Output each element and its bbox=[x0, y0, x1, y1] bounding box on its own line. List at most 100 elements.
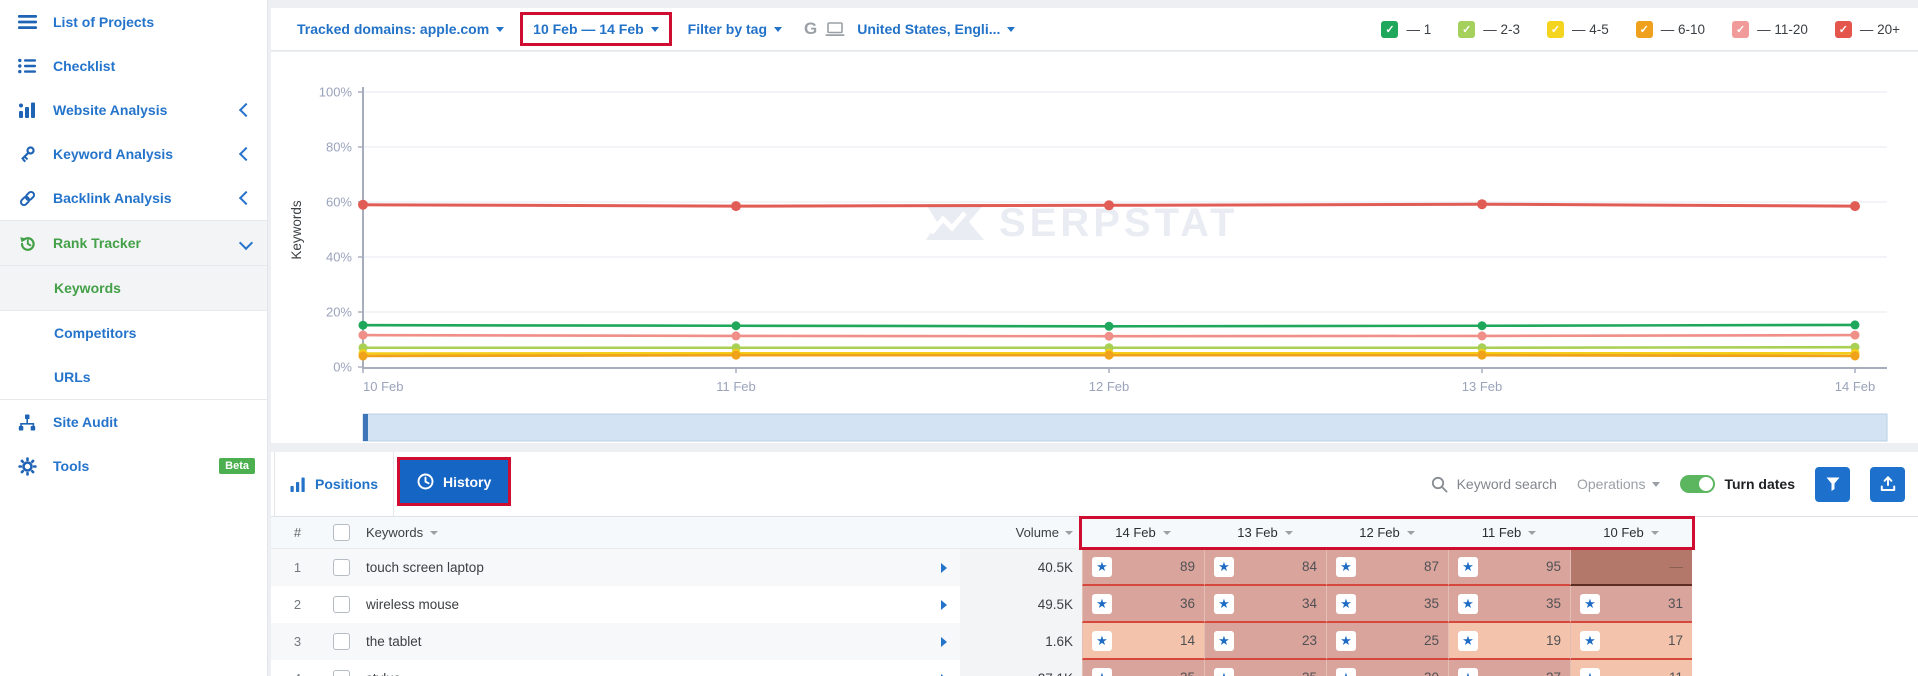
row-checkbox[interactable] bbox=[332, 596, 350, 613]
chevron-down-icon[interactable] bbox=[238, 235, 254, 251]
legend-label: — 6-10 bbox=[1660, 21, 1706, 37]
keyword-cell[interactable]: touch screen laptop bbox=[358, 549, 960, 586]
row-checkbox[interactable] bbox=[332, 670, 350, 676]
table-row: 1 touch screen laptop 40.5K ★ 89 ★ 84 ★ 87 ★ 95 — bbox=[271, 549, 1692, 586]
sidebar-item-urls[interactable]: URLs bbox=[0, 355, 267, 400]
column-header-date-14-feb[interactable]: 14 Feb bbox=[1082, 517, 1204, 548]
legend-checkbox[interactable]: ✓ bbox=[1381, 20, 1399, 38]
sidebar-item-website-analysis[interactable]: Website Analysis bbox=[0, 88, 267, 132]
sidebar-item-label: Backlink Analysis bbox=[53, 190, 172, 206]
select-all-checkbox[interactable] bbox=[332, 524, 350, 541]
sidebar-item-keywords[interactable]: Keywords bbox=[0, 266, 267, 311]
star-icon[interactable]: ★ bbox=[1214, 630, 1234, 651]
chevron-down-icon bbox=[1652, 481, 1661, 487]
sidebar-item-site-audit[interactable]: Site Audit bbox=[0, 400, 267, 444]
legend-checkbox[interactable]: ✓ bbox=[1547, 20, 1565, 38]
location-dropdown[interactable]: United States, Engli... bbox=[857, 21, 1016, 37]
legend-label: — 2-3 bbox=[1483, 21, 1521, 37]
column-header-date-12-feb[interactable]: 12 Feb bbox=[1326, 517, 1448, 548]
sidebar-item-tools[interactable]: Tools Beta bbox=[0, 444, 267, 488]
turn-dates-toggle[interactable] bbox=[1680, 475, 1716, 493]
expand-arrow-icon[interactable] bbox=[941, 599, 947, 610]
chevron-left-icon[interactable] bbox=[238, 146, 254, 162]
series-point bbox=[1477, 331, 1487, 341]
tab-positions[interactable]: Positions bbox=[274, 452, 394, 516]
star-icon[interactable]: ★ bbox=[1336, 556, 1356, 577]
sidebar-item-label: List of Projects bbox=[53, 14, 155, 30]
star-icon[interactable]: ★ bbox=[1092, 630, 1112, 651]
keyword-cell[interactable]: stylus bbox=[358, 660, 960, 676]
legend-checkbox[interactable]: ✓ bbox=[1458, 20, 1476, 38]
sidebar-item-rank-tracker[interactable]: Rank Tracker bbox=[0, 220, 267, 266]
export-button[interactable] bbox=[1870, 466, 1905, 502]
column-header-date-13-feb[interactable]: 13 Feb bbox=[1204, 517, 1326, 548]
star-icon[interactable]: ★ bbox=[1336, 630, 1356, 651]
chevron-left-icon[interactable] bbox=[238, 102, 254, 118]
star-icon[interactable]: ★ bbox=[1580, 630, 1600, 651]
tracked-domains-dropdown[interactable]: Tracked domains: apple.com bbox=[297, 21, 505, 37]
star-icon[interactable]: ★ bbox=[1336, 667, 1356, 676]
date-range-annotation: 10 Feb — 14 Feb bbox=[520, 12, 672, 46]
legend-item-610[interactable]: ✓ — 6-10 bbox=[1635, 20, 1706, 38]
star-icon[interactable]: ★ bbox=[1458, 667, 1478, 676]
star-icon[interactable]: ★ bbox=[1214, 593, 1234, 614]
position-value: 11 bbox=[1669, 670, 1683, 676]
star-icon[interactable]: ★ bbox=[1214, 556, 1234, 577]
star-icon[interactable]: ★ bbox=[1458, 593, 1478, 614]
star-icon[interactable]: ★ bbox=[1092, 593, 1112, 614]
row-checkbox-cell bbox=[324, 586, 358, 623]
date-range-dropdown[interactable]: 10 Feb — 14 Feb bbox=[533, 21, 659, 37]
star-icon[interactable]: ★ bbox=[1580, 667, 1600, 676]
svg-text:11 Feb: 11 Feb bbox=[716, 379, 756, 394]
legend-item-20+[interactable]: ✓ — 20+ bbox=[1834, 20, 1900, 38]
row-checkbox[interactable] bbox=[332, 559, 350, 576]
keyword-label: touch screen laptop bbox=[366, 560, 484, 575]
star-icon[interactable]: ★ bbox=[1458, 556, 1478, 577]
position-value: 35 bbox=[1180, 670, 1195, 676]
keyword-cell[interactable]: the tablet bbox=[358, 623, 960, 660]
position-cell: ★ 23 bbox=[1204, 623, 1326, 660]
star-icon[interactable]: ★ bbox=[1336, 593, 1356, 614]
star-icon[interactable]: ★ bbox=[1092, 667, 1112, 676]
series-point bbox=[731, 350, 741, 360]
star-icon[interactable]: ★ bbox=[1214, 667, 1234, 676]
range-handle-left[interactable] bbox=[363, 414, 368, 441]
legend-item-23[interactable]: ✓ — 2-3 bbox=[1458, 20, 1521, 38]
keyword-cell[interactable]: wireless mouse bbox=[358, 586, 960, 623]
legend-checkbox[interactable]: ✓ bbox=[1834, 20, 1852, 38]
star-icon[interactable]: ★ bbox=[1458, 630, 1478, 651]
column-header-volume[interactable]: Volume bbox=[960, 517, 1082, 548]
position-cell: ★ 35 bbox=[1082, 660, 1204, 676]
legend-checkbox[interactable]: ✓ bbox=[1635, 20, 1653, 38]
tab-history[interactable]: History bbox=[400, 460, 509, 503]
sidebar-item-checklist[interactable]: Checklist bbox=[0, 44, 267, 88]
column-header-date-11-feb[interactable]: 11 Feb bbox=[1448, 517, 1570, 548]
legend-item-1[interactable]: ✓ — 1 bbox=[1381, 20, 1431, 38]
table-row: 4 stylus 27.1K ★ 35 ★ 35 ★ 30 ★ 27 ★ 11 bbox=[271, 660, 1692, 676]
filter-by-tag-dropdown[interactable]: Filter by tag bbox=[688, 21, 783, 37]
star-icon[interactable]: ★ bbox=[1092, 556, 1112, 577]
expand-arrow-icon[interactable] bbox=[941, 636, 947, 647]
column-header-date-10-feb[interactable]: 10 Feb bbox=[1570, 517, 1692, 548]
sidebar-item-list-of-projects[interactable]: List of Projects bbox=[0, 0, 267, 44]
chart-range-scrollbar[interactable] bbox=[362, 413, 1888, 442]
svg-text:40%: 40% bbox=[326, 250, 352, 265]
expand-arrow-icon[interactable] bbox=[941, 562, 947, 573]
sidebar-item-competitors[interactable]: Competitors bbox=[0, 311, 267, 355]
position-value: 35 bbox=[1423, 596, 1439, 611]
keyword-search-input[interactable]: Keyword search bbox=[1431, 476, 1557, 493]
column-header-keywords[interactable]: Keywords bbox=[358, 517, 960, 548]
star-icon[interactable]: ★ bbox=[1580, 593, 1600, 614]
legend-checkbox[interactable]: ✓ bbox=[1732, 20, 1750, 38]
sidebar-item-backlink-analysis[interactable]: Backlink Analysis bbox=[0, 176, 267, 220]
chevron-left-icon[interactable] bbox=[238, 190, 254, 206]
series-point bbox=[731, 201, 741, 212]
filter-button[interactable] bbox=[1815, 466, 1850, 502]
operations-dropdown[interactable]: Operations bbox=[1576, 476, 1661, 492]
position-cell: ★ 19 bbox=[1448, 623, 1570, 660]
row-checkbox[interactable] bbox=[332, 633, 350, 650]
sidebar-item-keyword-analysis[interactable]: Keyword Analysis bbox=[0, 132, 267, 176]
operations-label: Operations bbox=[1576, 476, 1646, 492]
legend-item-45[interactable]: ✓ — 4-5 bbox=[1547, 20, 1609, 38]
legend-item-1120[interactable]: ✓ — 11-20 bbox=[1732, 20, 1808, 38]
